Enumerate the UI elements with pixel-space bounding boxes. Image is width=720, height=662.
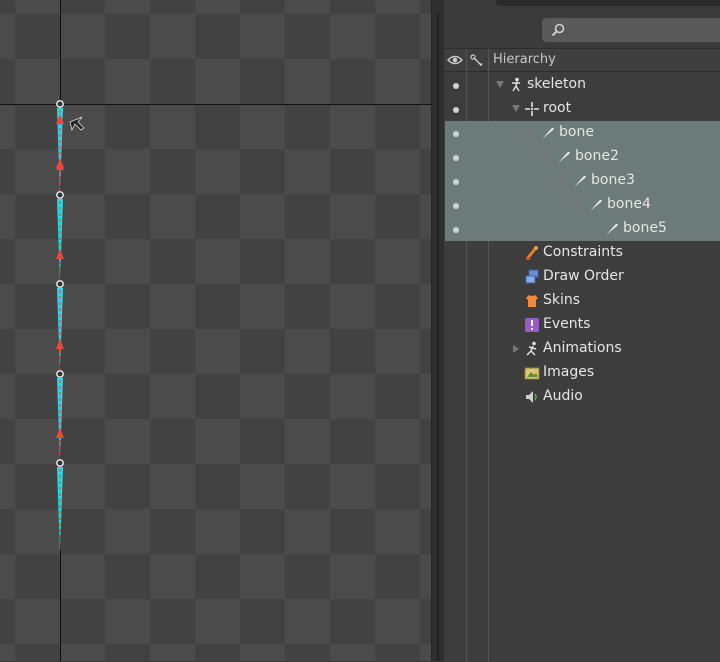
tree-row-label: bone [559,124,594,140]
expand-arrow-icon[interactable] [496,81,504,88]
cursor-icon [69,116,85,132]
expand-arrow-icon[interactable] [513,345,519,353]
bone-joint[interactable] [56,191,64,199]
tree-row-label: bone4 [607,196,651,212]
events-icon [525,318,539,332]
tree-row-constraints[interactable]: Constraints [445,241,720,265]
ik-arrow[interactable] [56,249,64,259]
audio-icon [526,391,537,403]
ik-arrow[interactable] [56,339,64,349]
tree-row-bone4[interactable]: bone4 [445,193,720,217]
tree-row-root[interactable]: root [445,97,720,121]
bone-shape[interactable] [57,378,63,463]
eye-icon[interactable] [447,52,463,68]
bone-joint[interactable] [56,280,64,288]
bone-pose-icon[interactable] [469,52,485,68]
ik-arrow[interactable] [56,428,64,438]
tree-row-images[interactable]: Images [445,361,720,385]
tree-row-draw-order[interactable]: Draw Order [445,265,720,289]
visibility-dot[interactable] [453,179,459,185]
bone-joint[interactable] [56,459,64,467]
tree-row-audio[interactable]: Audio [445,385,720,409]
expand-arrow-icon[interactable] [528,129,536,136]
bone-shape[interactable] [57,288,63,374]
skeleton-icon [512,77,520,92]
animations-icon [526,341,537,356]
bone-chain[interactable] [0,0,431,661]
bone-icon [542,127,554,139]
tree-panel: Hierarchy skeleton root bone bone2 bone3… [444,0,720,662]
search-input[interactable] [542,18,720,42]
visibility-dot[interactable] [453,107,459,113]
tree-row-label: Audio [543,388,583,404]
toolbar-strip [496,0,720,6]
tree-row-label: bone3 [591,172,635,188]
ik-arrow[interactable] [56,158,64,168]
hierarchy-tree: Hierarchy skeleton root bone bone2 bone3… [444,48,720,662]
tree-row-bone[interactable]: bone [445,121,720,145]
ik-arrow[interactable] [56,114,64,124]
splitter-groove [437,12,439,661]
skins-icon [526,295,538,307]
expand-arrow-icon[interactable] [512,105,520,112]
bone-icon [606,223,618,235]
bone-icon [590,199,602,211]
tree-row-label: bone2 [575,148,619,164]
tree-row-label: root [543,100,572,116]
bone-joint[interactable] [56,370,64,378]
expand-arrow-icon[interactable] [576,201,584,208]
tree-row-label: Skins [543,292,581,308]
visibility-dot[interactable] [453,155,459,161]
images-icon [524,367,540,380]
tree-header: Hierarchy [444,49,720,72]
expand-arrow-icon[interactable] [544,153,552,160]
expand-arrow-icon[interactable] [560,177,568,184]
tree-row-label: Events [543,316,591,332]
bone-icon [558,151,570,163]
constraints-icon [525,246,538,260]
visibility-dot[interactable] [453,227,459,233]
hierarchy-header-label: Hierarchy [493,52,556,67]
tree-row-bone3[interactable]: bone3 [445,169,720,193]
bone-shape[interactable] [57,199,63,284]
tree-row-bone5[interactable]: bone5 [445,217,720,241]
tree-row-skeleton[interactable]: skeleton [445,73,720,97]
bone-shape[interactable] [57,467,63,553]
visibility-dot[interactable] [453,131,459,137]
tree-row-label: bone5 [623,220,667,236]
tree-row-animations[interactable]: Animations [445,337,720,361]
root-bone-icon [525,102,539,116]
bone-icon [574,175,586,187]
tree-row-bone2[interactable]: bone2 [445,145,720,169]
tree-row-label: Draw Order [543,268,624,284]
search-icon [551,23,565,37]
tree-row-skins[interactable]: Skins [445,289,720,313]
visibility-dot[interactable] [453,203,459,209]
tree-row-label: Constraints [543,244,623,260]
canvas-viewport[interactable] [0,0,431,661]
tree-row-events[interactable]: Events [445,313,720,337]
draw-order-icon [525,269,539,284]
bone-joint[interactable] [56,100,64,108]
visibility-dot[interactable] [453,83,459,89]
tree-row-label: skeleton [527,76,586,92]
tree-row-label: Images [543,364,595,380]
tree-row-label: Animations [543,340,622,356]
